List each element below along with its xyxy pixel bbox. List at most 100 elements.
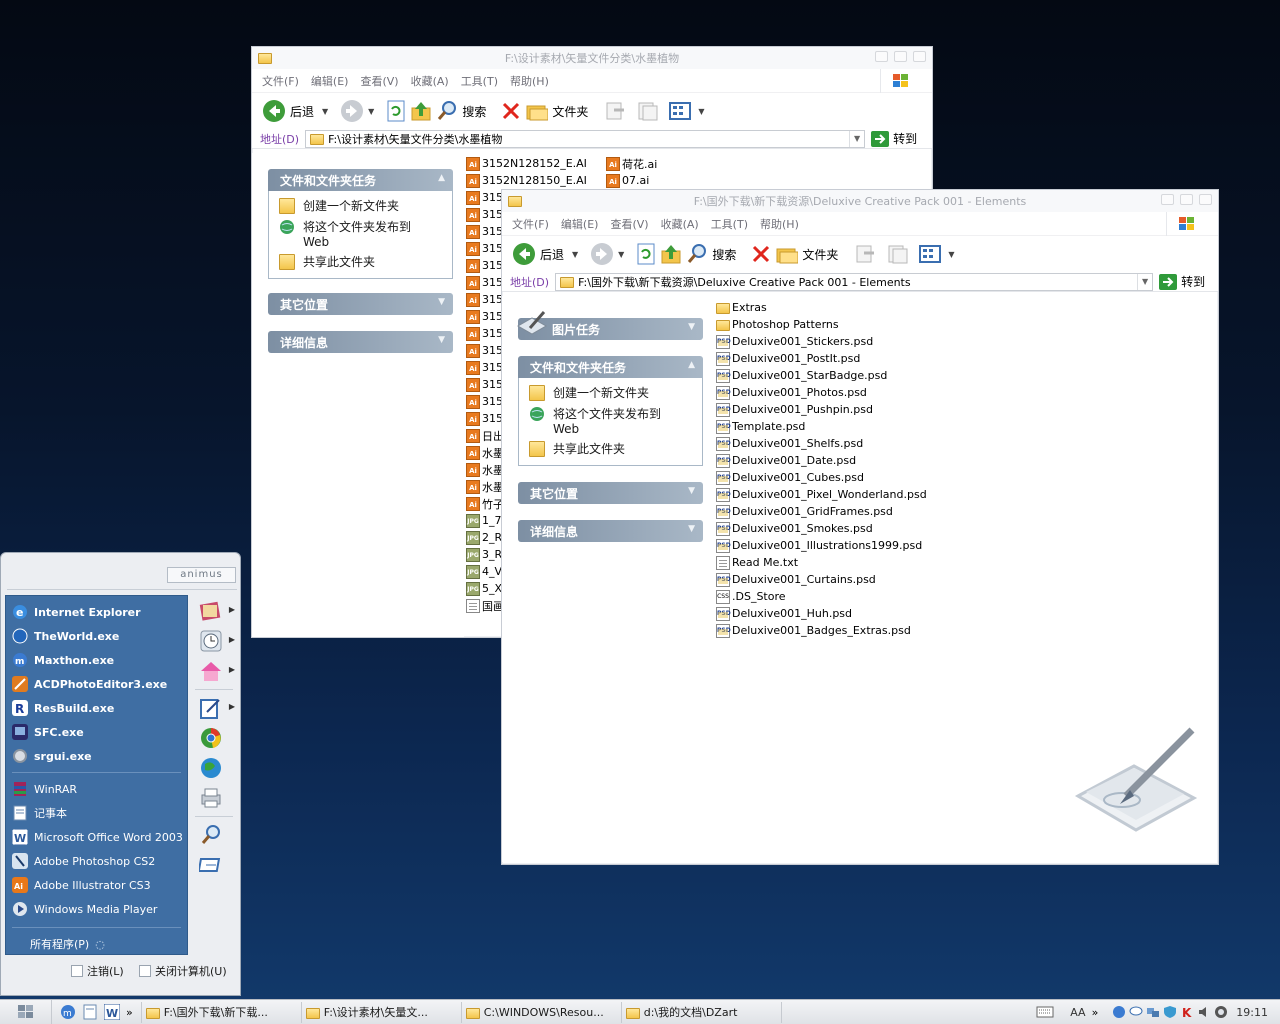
file-item[interactable]: Ai 07.ai — [606, 172, 657, 189]
menu-view[interactable]: 查看(V) — [610, 216, 648, 232]
program-theworld[interactable]: TheWorld.exe — [6, 624, 187, 648]
move-to-icon[interactable] — [854, 243, 876, 265]
refresh-icon[interactable] — [636, 243, 656, 265]
quick-link-tools[interactable]: ▶ — [199, 696, 235, 720]
delete-icon[interactable] — [750, 243, 772, 265]
menu-help[interactable]: 帮助(H) — [510, 73, 549, 89]
taskbar-item-ink-plants[interactable]: F:\设计素材\矢量文... — [302, 1001, 462, 1023]
views-dropdown-icon[interactable]: ▼ — [698, 107, 704, 116]
file-item[interactable]: PSD Template.psd — [716, 418, 927, 435]
quick-link-pictures[interactable]: ▶ — [199, 599, 235, 623]
shield-icon[interactable] — [1163, 1005, 1177, 1019]
search-button[interactable]: 搜索 — [462, 103, 486, 120]
back-dropdown-icon[interactable]: ▼ — [322, 107, 328, 116]
back-arrow-icon[interactable] — [512, 242, 536, 266]
menu-edit[interactable]: 编辑(E) — [561, 216, 599, 232]
copy-to-icon[interactable] — [636, 100, 658, 122]
start-button[interactable] — [0, 1000, 52, 1024]
forward-dropdown-icon[interactable]: ▼ — [368, 107, 374, 116]
menu-file[interactable]: 文件(F) — [262, 73, 299, 89]
file-item[interactable]: PSD Deluxive001_StarBadge.psd — [716, 367, 927, 384]
back-dropdown-icon[interactable]: ▼ — [572, 250, 578, 259]
picture-tasks-header[interactable]: 图片任务 ▼ — [516, 311, 703, 340]
maxthon-tray-icon[interactable] — [1112, 1005, 1126, 1019]
go-button[interactable]: 转到 — [871, 130, 917, 147]
menu-tools[interactable]: 工具(T) — [711, 216, 748, 232]
search-icon[interactable] — [436, 100, 458, 122]
language-indicator[interactable]: AA — [1070, 1006, 1085, 1019]
forward-arrow-icon[interactable] — [590, 242, 614, 266]
task-new-folder[interactable]: 创建一个新文件夹 — [279, 197, 442, 214]
address-input[interactable]: F:\国外下载\新下载资源\Deluxive Creative Pack 001… — [555, 272, 1154, 291]
file-item[interactable]: PSD Deluxive001_Smokes.psd — [716, 520, 927, 537]
task-share-folder[interactable]: 共享此文件夹 — [529, 440, 692, 457]
program-internet-explorer[interactable]: e Internet Explorer — [6, 600, 187, 624]
quick-link-scheduler[interactable]: ▶ — [199, 629, 235, 653]
other-places-header[interactable]: 其它位置 ▼ — [518, 482, 703, 504]
explorer-window-deluxive[interactable]: F:\国外下载\新下载资源\Deluxive Creative Pack 001… — [501, 189, 1219, 865]
address-dropdown-icon[interactable]: ▼ — [1137, 273, 1152, 290]
task-publish-web[interactable]: 将这个文件夹发布到 Web — [279, 218, 442, 249]
program-winrar[interactable]: WinRAR — [6, 777, 187, 801]
maximize-button[interactable] — [1180, 194, 1193, 205]
taskbar-item-deluxive[interactable]: F:\国外下载\新下载... — [142, 1001, 302, 1023]
task-share-folder[interactable]: 共享此文件夹 — [279, 253, 442, 270]
go-button[interactable]: 转到 — [1159, 273, 1205, 290]
menu-favorites[interactable]: 收藏(A) — [411, 73, 449, 89]
quick-link-network[interactable] — [199, 756, 223, 780]
quick-link-chrome[interactable] — [199, 726, 223, 750]
network-icon[interactable] — [1146, 1005, 1160, 1019]
title-bar[interactable]: F:\国外下载\新下载资源\Deluxive Creative Pack 001… — [502, 190, 1218, 212]
delete-icon[interactable] — [500, 100, 522, 122]
views-icon[interactable] — [918, 243, 944, 265]
file-item[interactable]: Read Me.txt — [716, 554, 927, 571]
minimize-button[interactable] — [875, 51, 888, 62]
file-item[interactable]: PSD Deluxive001_GridFrames.psd — [716, 503, 927, 520]
volume-icon[interactable] — [1197, 1005, 1211, 1019]
details-header[interactable]: 详细信息 ▼ — [518, 520, 703, 542]
program-illustrator[interactable]: Ai Adobe Illustrator CS3 — [6, 873, 187, 897]
program-notepad[interactable]: 记事本 — [6, 801, 187, 825]
program-sfc[interactable]: SFC.exe — [6, 720, 187, 744]
menu-file[interactable]: 文件(F) — [512, 216, 549, 232]
clock[interactable]: 19:11 — [1236, 1006, 1268, 1019]
file-item[interactable]: PSD Deluxive001_Date.psd — [716, 452, 927, 469]
file-item[interactable]: PSD Deluxive001_Huh.psd — [716, 605, 927, 622]
address-dropdown-icon[interactable]: ▼ — [849, 130, 864, 147]
up-folder-icon[interactable] — [410, 100, 432, 122]
file-item[interactable]: PSD Deluxive001_PostIt.psd — [716, 350, 927, 367]
program-photoshop[interactable]: Adobe Photoshop CS2 — [6, 849, 187, 873]
back-arrow-icon[interactable] — [262, 99, 286, 123]
file-item[interactable]: PSD Deluxive001_Shelfs.psd — [716, 435, 927, 452]
close-button[interactable] — [1199, 194, 1212, 205]
search-icon[interactable] — [686, 243, 708, 265]
task-publish-web[interactable]: 将这个文件夹发布到 Web — [529, 405, 692, 436]
menu-favorites[interactable]: 收藏(A) — [661, 216, 699, 232]
close-button[interactable] — [913, 51, 926, 62]
all-programs-button[interactable]: 所有程序(P) ◌ — [6, 932, 187, 956]
folders-button[interactable]: 文件夹 — [802, 246, 838, 263]
file-item[interactable]: CSS .DS_Store — [716, 588, 927, 605]
file-item[interactable]: Photoshop Patterns — [716, 316, 927, 333]
views-icon[interactable] — [668, 100, 694, 122]
details-header[interactable]: 详细信息 ▼ — [268, 331, 453, 353]
other-places-header[interactable]: 其它位置 ▼ — [268, 293, 453, 315]
keyboard-icon[interactable] — [1036, 1006, 1054, 1018]
program-srgui[interactable]: srgui.exe — [6, 744, 187, 768]
file-item[interactable]: PSD Deluxive001_Stickers.psd — [716, 333, 927, 350]
search-button[interactable]: 搜索 — [712, 246, 736, 263]
file-item[interactable]: Ai 3152N128152_E.AI — [466, 155, 587, 172]
file-item[interactable]: Ai 荷花.ai — [606, 155, 657, 172]
forward-arrow-icon[interactable] — [340, 99, 364, 123]
maximize-button[interactable] — [894, 51, 907, 62]
quick-launch-chevron[interactable]: » — [126, 1006, 133, 1019]
quick-link-home[interactable]: ▶ — [199, 659, 235, 683]
menu-edit[interactable]: 编辑(E) — [311, 73, 349, 89]
back-button[interactable]: 后退 — [290, 103, 314, 120]
file-item[interactable]: Ai 3152N128150_E.AI — [466, 172, 587, 189]
file-item[interactable]: PSD Deluxive001_Curtains.psd — [716, 571, 927, 588]
program-resbuild[interactable]: R ResBuild.exe — [6, 696, 187, 720]
address-input[interactable]: F:\设计素材\矢量文件分类\水墨植物 ▼ — [305, 129, 866, 148]
refresh-icon[interactable] — [386, 100, 406, 122]
quick-link-run[interactable] — [197, 853, 223, 877]
